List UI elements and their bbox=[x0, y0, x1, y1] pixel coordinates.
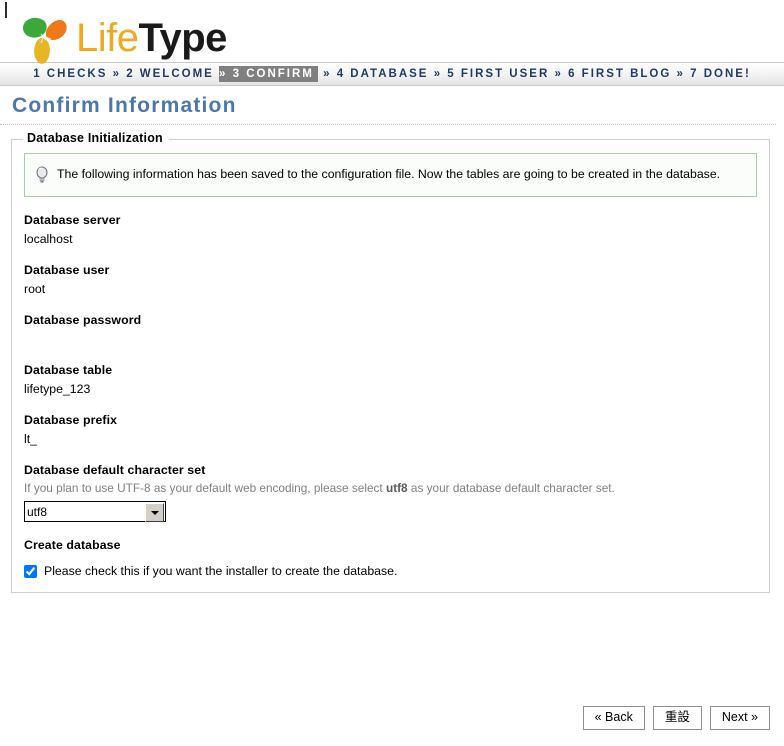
reset-button[interactable]: 重設 bbox=[652, 706, 702, 730]
step-7-done[interactable]: 7 DONE! bbox=[690, 68, 751, 80]
step-3-separator: » bbox=[219, 68, 228, 80]
three-leaf-clover-icon bbox=[18, 14, 72, 66]
field-value: lifetype_123 bbox=[24, 382, 91, 396]
step-6-first-blog[interactable]: 6 FIRST BLOG bbox=[568, 68, 671, 80]
field-database-charset: Database default character set If you pl… bbox=[24, 463, 757, 522]
text-cursor-artifact bbox=[5, 2, 7, 18]
step-5-first-user[interactable]: 5 FIRST USER bbox=[447, 68, 549, 80]
form-button-bar: « Back 重設 Next » bbox=[582, 706, 770, 730]
charset-hint-before: If you plan to use UTF-8 as your default… bbox=[24, 481, 386, 495]
brand-wordmark: LifeType bbox=[76, 18, 227, 62]
field-create-database: Create database Please check this if you… bbox=[24, 538, 757, 578]
charset-select[interactable]: utf8 bbox=[24, 501, 166, 522]
brand-life-text: Life bbox=[76, 16, 139, 60]
next-button[interactable]: Next » bbox=[709, 706, 770, 730]
page-header: LifeType bbox=[0, 0, 784, 64]
page-title: Confirm Information bbox=[0, 86, 776, 125]
field-value: lt_ bbox=[24, 432, 37, 446]
brand-logo: LifeType bbox=[18, 14, 784, 66]
field-label: Create database bbox=[24, 538, 121, 552]
field-database-server: Database server localhost bbox=[24, 213, 757, 247]
charset-select-wrapper[interactable]: utf8 bbox=[24, 501, 166, 522]
field-label: Database server bbox=[24, 213, 121, 227]
back-button[interactable]: « Back bbox=[582, 706, 645, 730]
charset-hint-bold: utf8 bbox=[385, 481, 408, 495]
fieldset-legend: Database Initialization bbox=[23, 131, 169, 145]
create-database-checkbox-row[interactable]: Please check this if you want the instal… bbox=[24, 564, 757, 578]
field-value: root bbox=[24, 282, 46, 296]
field-database-user: Database user root bbox=[24, 263, 757, 297]
step-separator: » bbox=[323, 68, 332, 80]
field-database-table: Database table lifetype_123 bbox=[24, 363, 757, 397]
field-label: Database prefix bbox=[24, 413, 118, 427]
field-label: Database default character set bbox=[24, 463, 206, 477]
create-database-checkbox-label: Please check this if you want the instal… bbox=[44, 564, 398, 578]
field-value: localhost bbox=[24, 232, 73, 246]
step-separator: » bbox=[112, 68, 121, 80]
field-value bbox=[24, 332, 757, 347]
brand-type-text: Type bbox=[138, 16, 228, 60]
step-4-database[interactable]: 4 DATABASE bbox=[337, 68, 429, 80]
field-label: Database password bbox=[24, 313, 142, 327]
step-separator: » bbox=[676, 68, 685, 80]
field-database-password: Database password bbox=[24, 313, 757, 347]
field-label: Database user bbox=[24, 263, 110, 277]
step-separator: » bbox=[554, 68, 563, 80]
database-initialization-fieldset: Database Initialization The following in… bbox=[11, 131, 770, 593]
field-database-prefix: Database prefix lt_ bbox=[24, 413, 757, 447]
step-separator: » bbox=[433, 68, 443, 80]
info-message-text: The following information has been saved… bbox=[57, 167, 721, 181]
create-database-checkbox[interactable] bbox=[24, 564, 37, 578]
charset-hint: If you plan to use UTF-8 as your default… bbox=[24, 481, 757, 495]
info-message-box: The following information has been saved… bbox=[24, 153, 757, 197]
step-3-confirm[interactable]: » 3 CONFIRM bbox=[219, 66, 318, 82]
charset-hint-after: as your database default character set. bbox=[407, 481, 615, 495]
step-3-label: 3 CONFIRM bbox=[232, 68, 314, 80]
step-1-checks[interactable]: 1 CHECKS bbox=[33, 68, 107, 80]
step-2-welcome[interactable]: 2 WELCOME bbox=[126, 68, 214, 80]
field-label: Database table bbox=[24, 363, 113, 377]
installer-step-nav: 1 CHECKS » 2 WELCOME » 3 CONFIRM » 4 DAT… bbox=[0, 62, 784, 86]
lightbulb-icon bbox=[35, 166, 49, 183]
